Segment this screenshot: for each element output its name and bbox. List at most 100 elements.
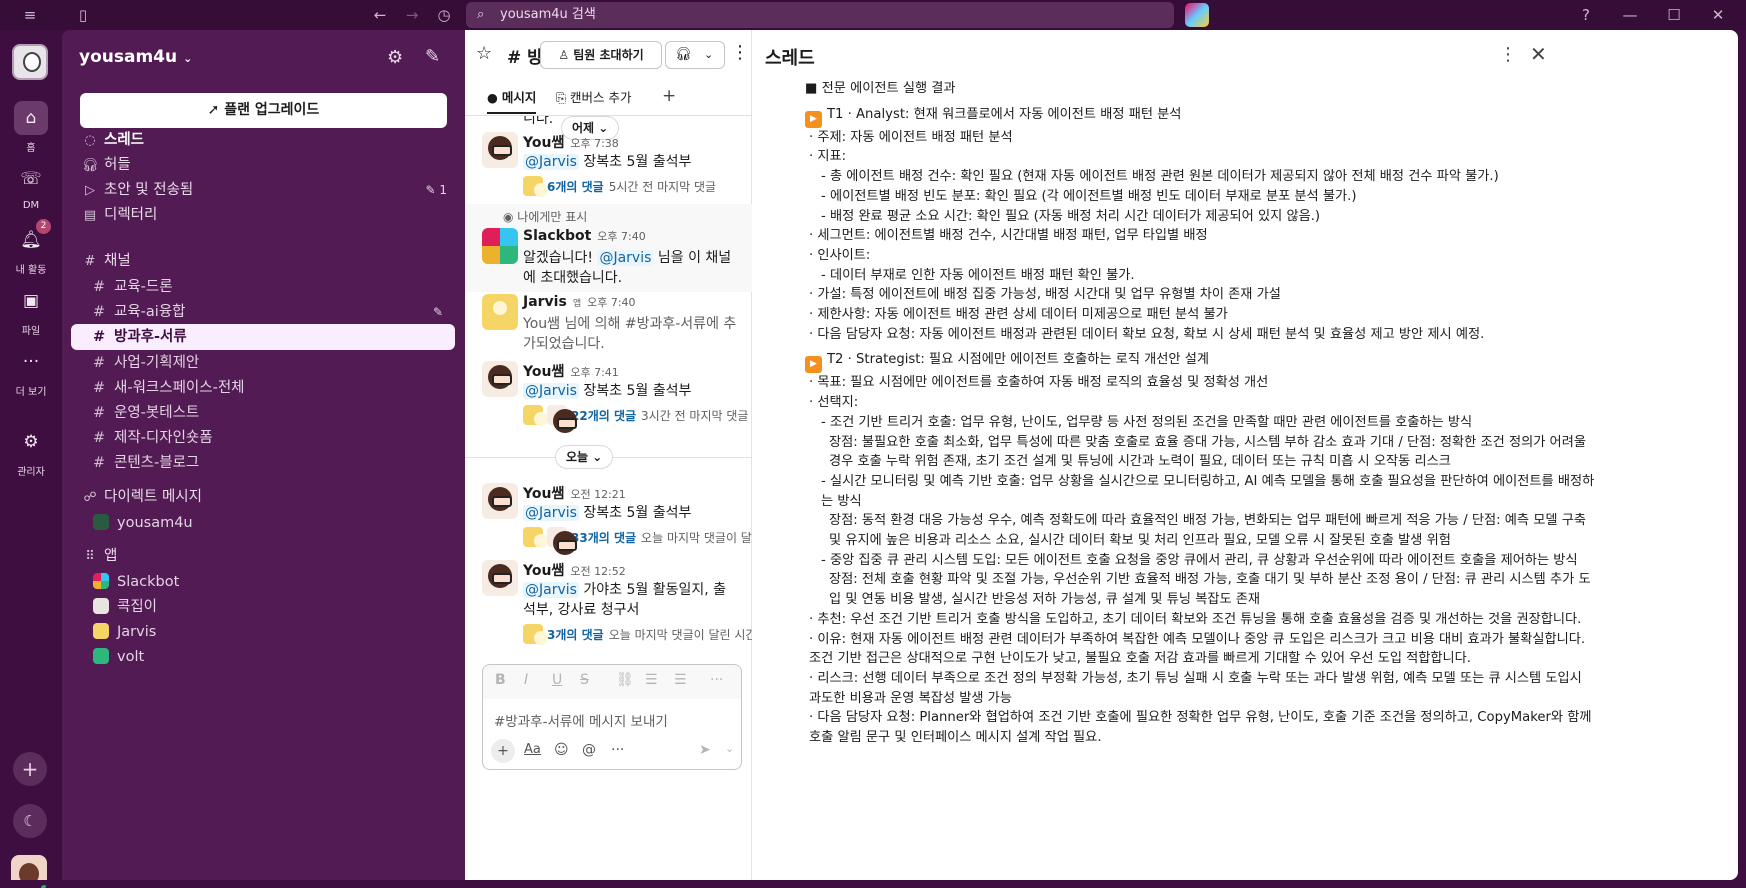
user-avatar[interactable] xyxy=(482,132,518,168)
sidebar-item-channel[interactable]: # 운영-봇테스트 xyxy=(71,400,455,426)
reply-count[interactable]: 6개의 댓글 xyxy=(547,180,604,194)
chevron-down-icon[interactable]: ⌄ xyxy=(704,42,713,68)
mention-link[interactable]: @Jarvis xyxy=(523,154,579,170)
thread-replies[interactable]: 33개의 댓글 오늘 마지막 댓글이 달... xyxy=(523,527,752,555)
thread-replies[interactable]: 22개의 댓글 3시간 전 마지막 댓글 xyxy=(523,405,748,433)
back-arrow-icon[interactable]: ← xyxy=(370,5,390,25)
minimize-icon[interactable]: — xyxy=(1620,5,1640,25)
sidebar-item-dm[interactable]: yousam4u xyxy=(71,510,455,536)
more-vertical-icon[interactable]: ⋮ xyxy=(731,42,749,63)
workspace-avatar[interactable] xyxy=(12,44,48,80)
message-input[interactable]: #방과후-서류에 메시지 보내기 xyxy=(494,710,668,730)
emoji-icon[interactable]: ☺ xyxy=(554,742,569,758)
mention-link[interactable]: @Jarvis xyxy=(523,505,579,521)
menu-icon[interactable]: ≡ xyxy=(20,5,40,25)
history-icon[interactable]: ◷ xyxy=(434,5,454,25)
message-item[interactable]: Slackbot 오후 7:40 알겠습니다! @Jarvis 님을 이 채널에 … xyxy=(465,228,752,288)
reply-count[interactable]: 22개의 댓글 xyxy=(571,409,636,423)
sidebar-item-channel[interactable]: # 새-워크스페이스-전체 xyxy=(71,375,455,401)
rail-home[interactable]: ⌂ 홈 xyxy=(0,101,62,154)
mention-link[interactable]: @Jarvis xyxy=(523,582,579,598)
sidebar-item-app[interactable]: 콕집이 xyxy=(71,594,455,620)
message-item[interactable]: You쌤 오전 12:52 @Jarvis 가야초 5월 활동일지, 출석부, 강… xyxy=(465,560,752,650)
sidebar-item-directory[interactable]: ▤ 디렉터리 xyxy=(80,203,447,228)
message-composer[interactable]: B I U S ⛓ ☰ ☰ ··· #방과후-서류에 메시지 보내기 + Aa … xyxy=(482,664,742,770)
message-author[interactable]: Slackbot 오후 7:40 xyxy=(523,228,646,244)
channels-header[interactable]: # 채널 xyxy=(80,249,447,274)
jarvis-avatar[interactable] xyxy=(482,294,518,330)
user-avatar[interactable] xyxy=(482,560,518,596)
star-icon[interactable]: ☆ xyxy=(476,43,492,64)
sidebar-item-channel[interactable]: # 콘텐츠-블로그 xyxy=(71,450,455,476)
sidebar-item-huddles[interactable]: 🎧︎ 허들 xyxy=(80,153,447,178)
sidebar-item-channel[interactable]: # 교육-드론 xyxy=(71,274,455,300)
message-item[interactable]: You쌤 오후 7:38 @Jarvis 장복초 5월 출석부 6개의 댓글 5시간… xyxy=(465,132,752,200)
theme-toggle-moon-icon[interactable]: ☾ xyxy=(13,804,47,838)
maximize-icon[interactable]: ☐ xyxy=(1664,5,1684,25)
help-icon[interactable]: ? xyxy=(1576,5,1596,25)
mention-link[interactable]: @Jarvis xyxy=(597,250,654,266)
link-icon[interactable]: ⛓ xyxy=(616,672,634,688)
sidebar-item-app[interactable]: volt xyxy=(71,644,455,670)
add-tab-icon[interactable]: + xyxy=(662,86,676,106)
more-formatting-icon[interactable]: ··· xyxy=(710,672,723,688)
message-author[interactable]: You쌤 오후 7:41 xyxy=(523,361,619,381)
message-time[interactable]: 오후 7:38 xyxy=(570,137,618,150)
sidebar-item-app[interactable]: Jarvis xyxy=(71,619,455,645)
message-author[interactable]: Jarvis 앱 오후 7:40 xyxy=(523,294,636,310)
message-time[interactable]: 오전 12:52 xyxy=(570,565,625,578)
reply-count[interactable]: 33개의 댓글 xyxy=(571,531,636,545)
thread-replies[interactable]: 6개의 댓글 5시간 전 마지막 댓글 xyxy=(523,176,716,198)
sidebar-item-channel-active[interactable]: # 방과후-서류 xyxy=(71,324,455,350)
workspace-name[interactable]: yousam4u ⌄ xyxy=(79,47,192,67)
more-icon[interactable]: ··· xyxy=(611,742,624,758)
close-window-icon[interactable]: ✕ xyxy=(1708,5,1728,25)
rail-files[interactable]: ▣ 파일 xyxy=(0,284,62,337)
message-time[interactable]: 오후 7:40 xyxy=(587,296,635,309)
bullet-list-icon[interactable]: ☰ xyxy=(674,672,687,688)
rail-more[interactable]: ··· 더 보기 xyxy=(0,345,62,398)
plus-icon[interactable]: + xyxy=(491,739,515,763)
bold-icon[interactable]: B xyxy=(495,672,506,688)
invite-button[interactable]: ♙ 팀원 초대하기 xyxy=(540,41,662,69)
strikethrough-icon[interactable]: S xyxy=(580,672,589,688)
message-time[interactable]: 오후 7:40 xyxy=(597,230,645,243)
tab-messages[interactable]: ● 메시지 xyxy=(487,86,537,114)
more-vertical-icon[interactable]: ⋮ xyxy=(1499,44,1517,65)
huddle-button[interactable]: 🎧︎ ⌄ xyxy=(665,41,725,69)
sidebar-item-channel[interactable]: # 제작-디자인숏폼 xyxy=(71,425,455,451)
sidebar-item-channel[interactable]: # 교육-ai융합 ✎ xyxy=(71,299,455,325)
sidebar-item-drafts[interactable]: ▷ 초안 및 전송됨 ✎ 1 xyxy=(80,178,447,203)
message-author[interactable]: You쌤 오전 12:21 xyxy=(523,483,626,503)
user-avatar[interactable] xyxy=(482,483,518,519)
thread-replies[interactable]: 3개의 댓글 오늘 마지막 댓글이 달린 시간... xyxy=(523,624,752,646)
compose-icon[interactable]: ✎ xyxy=(425,46,440,67)
italic-icon[interactable]: I xyxy=(524,672,528,688)
message-author[interactable]: You쌤 오전 12:52 xyxy=(523,560,626,580)
dm-header[interactable]: ☍ 다이렉트 메시지 xyxy=(80,485,447,510)
reply-count[interactable]: 3개의 댓글 xyxy=(547,628,604,642)
send-icon[interactable]: ➤ xyxy=(699,742,711,758)
close-icon[interactable]: ✕ xyxy=(1530,42,1547,66)
user-avatar[interactable] xyxy=(482,361,518,397)
chevron-down-icon[interactable]: ⌄ xyxy=(725,742,734,755)
mention-link[interactable]: @Jarvis xyxy=(523,383,579,399)
sidebar-item-app[interactable]: Slackbot xyxy=(71,569,455,595)
app-avatar[interactable] xyxy=(1185,3,1209,27)
add-workspace-button[interactable]: + xyxy=(13,752,47,786)
tab-add-canvas[interactable]: ⎘ 캔버스 추가 xyxy=(556,86,632,114)
message-time[interactable]: 오후 7:41 xyxy=(570,366,618,379)
sidebar-item-threads[interactable]: ◌ 스레드 xyxy=(80,128,447,153)
message-item[interactable]: You쌤 오전 12:21 @Jarvis 장복초 5월 출석부 33개의 댓글 오… xyxy=(465,483,752,555)
mention-icon[interactable]: @ xyxy=(582,742,596,758)
pencil-icon[interactable]: ✎ xyxy=(433,299,443,325)
message-item[interactable]: You쌤 오후 7:41 @Jarvis 장복초 5월 출석부 22개의 댓글 3시… xyxy=(465,361,752,433)
rail-activity[interactable]: 🔔︎ 2 내 활동 xyxy=(0,219,62,276)
slackbot-avatar[interactable] xyxy=(482,228,518,264)
settings-gear-icon[interactable]: ⚙ xyxy=(387,47,403,68)
sidebar-item-channel[interactable]: # 사업-기획제안 xyxy=(71,350,455,376)
underline-icon[interactable]: U xyxy=(552,672,562,688)
rail-dm[interactable]: ☏ DM xyxy=(0,162,62,211)
message-time[interactable]: 오전 12:21 xyxy=(570,488,625,501)
search-input[interactable]: ⌕ yousam4u 검색 xyxy=(466,2,1174,28)
